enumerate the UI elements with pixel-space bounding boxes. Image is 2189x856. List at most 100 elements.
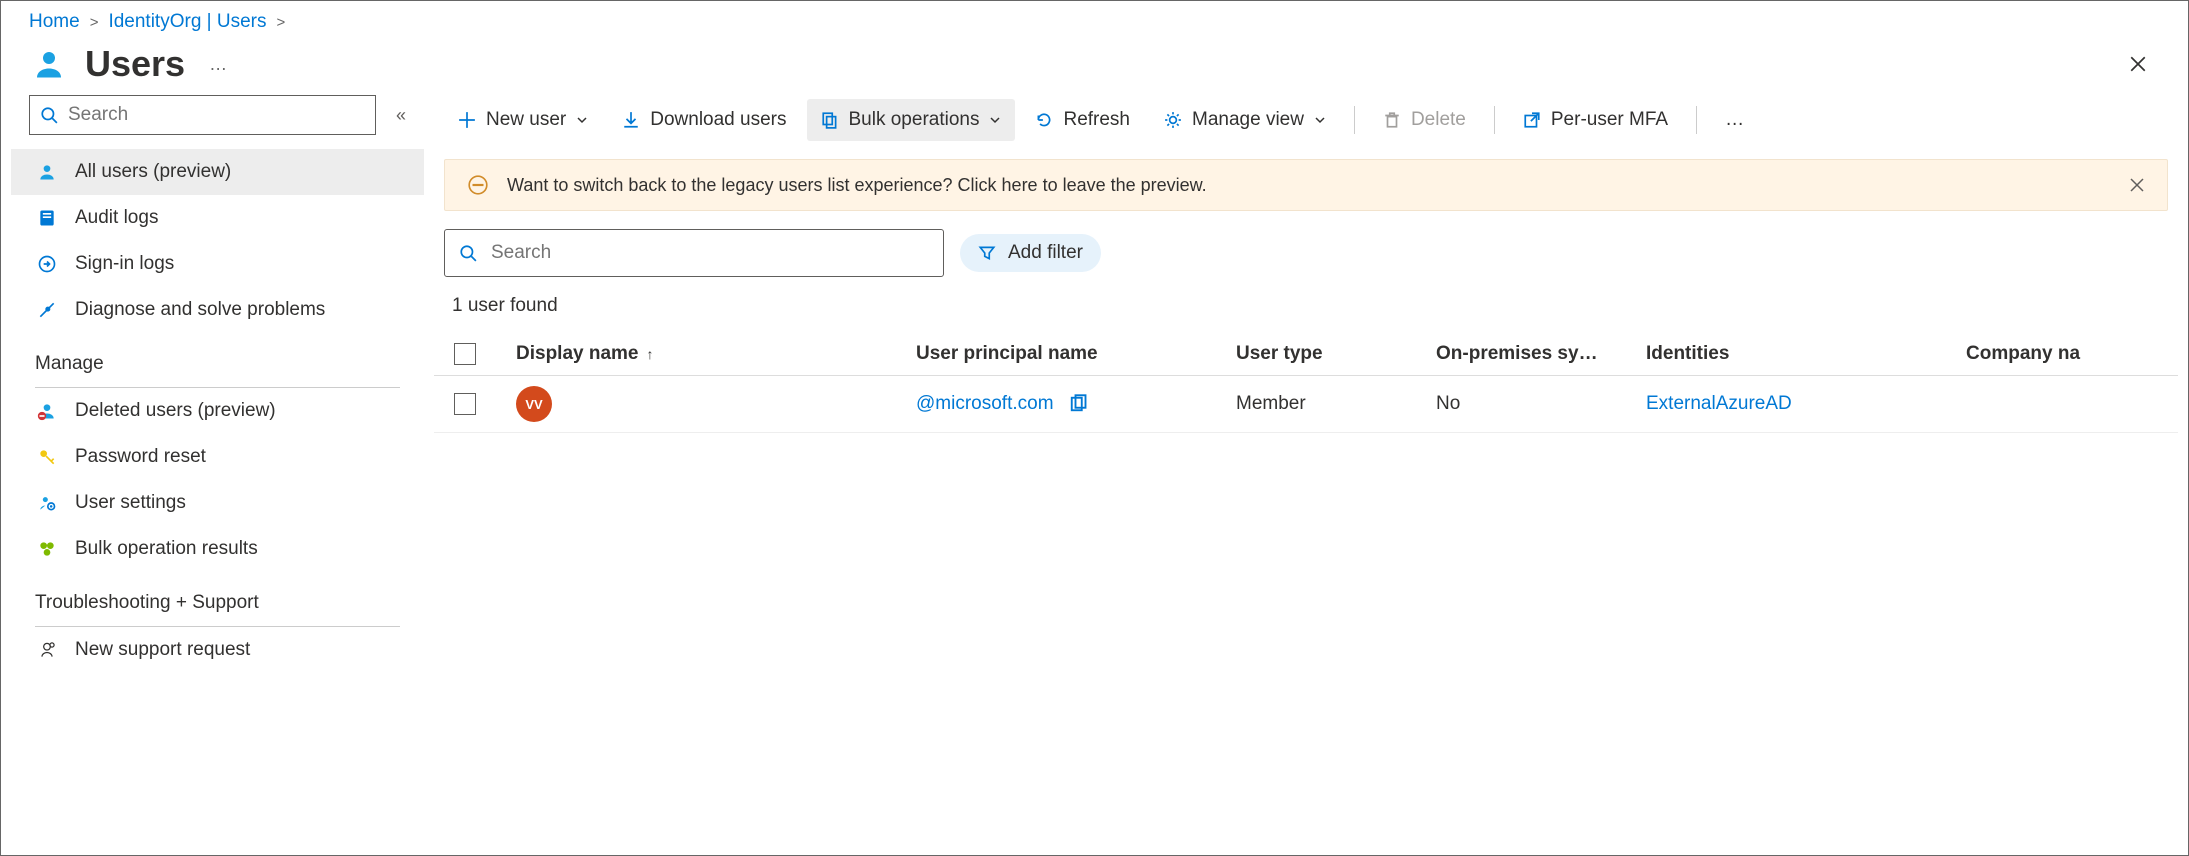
copy-icon[interactable]	[1068, 394, 1088, 414]
user-icon	[35, 162, 59, 182]
deleted-user-icon	[35, 401, 59, 421]
breadcrumb-home[interactable]: Home	[29, 11, 80, 33]
column-on-prem[interactable]: On-premises sy…	[1436, 343, 1646, 365]
sidebar-item-password-reset[interactable]: Password reset	[11, 434, 424, 480]
plus-icon	[458, 111, 476, 129]
bulk-icon	[35, 539, 59, 559]
download-users-button[interactable]: Download users	[608, 99, 800, 141]
sidebar-item-deleted-users[interactable]: Deleted users (preview)	[11, 388, 424, 434]
identities-link[interactable]: ExternalAzureAD	[1646, 393, 1792, 414]
column-display-name[interactable]: Display name ↑	[516, 343, 916, 365]
filter-icon	[978, 244, 996, 262]
chevron-down-icon	[989, 114, 1001, 126]
button-label: Per-user MFA	[1551, 109, 1668, 131]
sidebar-item-user-settings[interactable]: User settings	[11, 480, 424, 526]
user-type-cell: Member	[1236, 393, 1436, 415]
book-icon	[35, 208, 59, 228]
column-company[interactable]: Company na	[1966, 343, 2166, 365]
select-all-checkbox[interactable]	[454, 343, 476, 365]
button-label: Delete	[1411, 109, 1466, 131]
add-filter-button[interactable]: Add filter	[960, 234, 1101, 272]
tools-icon	[35, 300, 59, 320]
button-label: Refresh	[1063, 109, 1130, 131]
main-search-input[interactable]	[491, 242, 929, 264]
divider	[1696, 106, 1697, 134]
user-icon	[31, 46, 67, 82]
divider	[1494, 106, 1495, 134]
button-label: Download users	[650, 109, 786, 131]
refresh-button[interactable]: Refresh	[1021, 99, 1144, 141]
sidebar-item-support[interactable]: New support request	[11, 627, 424, 673]
on-prem-cell: No	[1436, 393, 1646, 415]
sidebar-search[interactable]	[29, 95, 376, 135]
search-icon	[40, 106, 58, 124]
close-button[interactable]	[2118, 44, 2158, 84]
sidebar-item-label: User settings	[75, 492, 186, 514]
filter-label: Add filter	[1008, 242, 1083, 264]
button-label: Manage view	[1192, 109, 1304, 131]
user-gear-icon	[35, 493, 59, 513]
results-count: 1 user found	[434, 277, 2178, 333]
search-icon	[459, 244, 477, 262]
sidebar-item-label: Sign-in logs	[75, 253, 174, 275]
sidebar: « All users (preview) Audit logs Sign-in…	[1, 95, 434, 829]
bulk-operations-button[interactable]: Bulk operations	[807, 99, 1016, 141]
sidebar-item-label: Password reset	[75, 446, 206, 468]
sidebar-item-signin-logs[interactable]: Sign-in logs	[11, 241, 424, 287]
sidebar-item-label: Deleted users (preview)	[75, 400, 276, 422]
banner-text: Want to switch back to the legacy users …	[507, 175, 1207, 196]
main-content: New user Download users Bulk operations	[434, 95, 2188, 829]
toolbar: New user Download users Bulk operations	[434, 95, 2178, 145]
support-icon	[35, 640, 59, 660]
chevron-down-icon	[576, 114, 588, 126]
main-search[interactable]	[444, 229, 944, 277]
sidebar-item-bulk-results[interactable]: Bulk operation results	[11, 526, 424, 572]
button-label: Bulk operations	[849, 109, 980, 131]
sidebar-item-all-users[interactable]: All users (preview)	[11, 149, 424, 195]
breadcrumb: Home > IdentityOrg | Users >	[1, 1, 2188, 43]
users-table: Display name ↑ User principal name User …	[434, 333, 2178, 433]
arrow-circle-icon	[35, 254, 59, 274]
chevron-down-icon	[1314, 114, 1326, 126]
sidebar-section-trouble: Troubleshooting + Support	[11, 572, 424, 622]
per-user-mfa-button[interactable]: Per-user MFA	[1509, 99, 1682, 141]
upn-link[interactable]: @microsoft.com	[916, 393, 1054, 415]
more-menu[interactable]: …	[203, 48, 235, 81]
page-header: Users …	[1, 43, 2188, 95]
page-title: Users	[85, 43, 185, 85]
sidebar-item-diagnose[interactable]: Diagnose and solve problems	[11, 287, 424, 333]
gear-icon	[1164, 111, 1182, 129]
sidebar-search-input[interactable]	[68, 104, 365, 126]
info-banner[interactable]: Want to switch back to the legacy users …	[444, 159, 2168, 211]
more-commands-button[interactable]: …	[1711, 99, 1760, 141]
collapse-sidebar-icon[interactable]: «	[396, 105, 406, 126]
sidebar-item-label: New support request	[75, 639, 250, 661]
table-header: Display name ↑ User principal name User …	[434, 333, 2178, 376]
sidebar-item-audit-logs[interactable]: Audit logs	[11, 195, 424, 241]
trash-icon	[1383, 111, 1401, 129]
sidebar-item-label: Bulk operation results	[75, 538, 258, 560]
breadcrumb-sep: >	[90, 14, 99, 31]
external-link-icon	[1523, 111, 1541, 129]
new-user-button[interactable]: New user	[444, 99, 602, 141]
more-icon: …	[1725, 109, 1746, 131]
banner-close-button[interactable]	[2129, 177, 2145, 193]
sidebar-item-label: All users (preview)	[75, 161, 231, 183]
avatar: VV	[516, 386, 552, 422]
refresh-icon	[1035, 111, 1053, 129]
info-icon	[467, 174, 489, 196]
table-row[interactable]: VV @microsoft.com Member No ExternalAzur…	[434, 376, 2178, 433]
column-user-type[interactable]: User type	[1236, 343, 1436, 365]
column-identities[interactable]: Identities	[1646, 343, 1966, 365]
breadcrumb-sep: >	[277, 14, 286, 31]
manage-view-button[interactable]: Manage view	[1150, 99, 1340, 141]
divider	[1354, 106, 1355, 134]
delete-button: Delete	[1369, 99, 1480, 141]
sidebar-section-manage: Manage	[11, 333, 424, 383]
sidebar-item-label: Audit logs	[75, 207, 158, 229]
row-checkbox[interactable]	[454, 393, 476, 415]
column-upn[interactable]: User principal name	[916, 343, 1236, 365]
breadcrumb-identityorg[interactable]: IdentityOrg | Users	[108, 11, 266, 33]
sort-ascending-icon: ↑	[647, 346, 654, 362]
sidebar-item-label: Diagnose and solve problems	[75, 299, 325, 321]
